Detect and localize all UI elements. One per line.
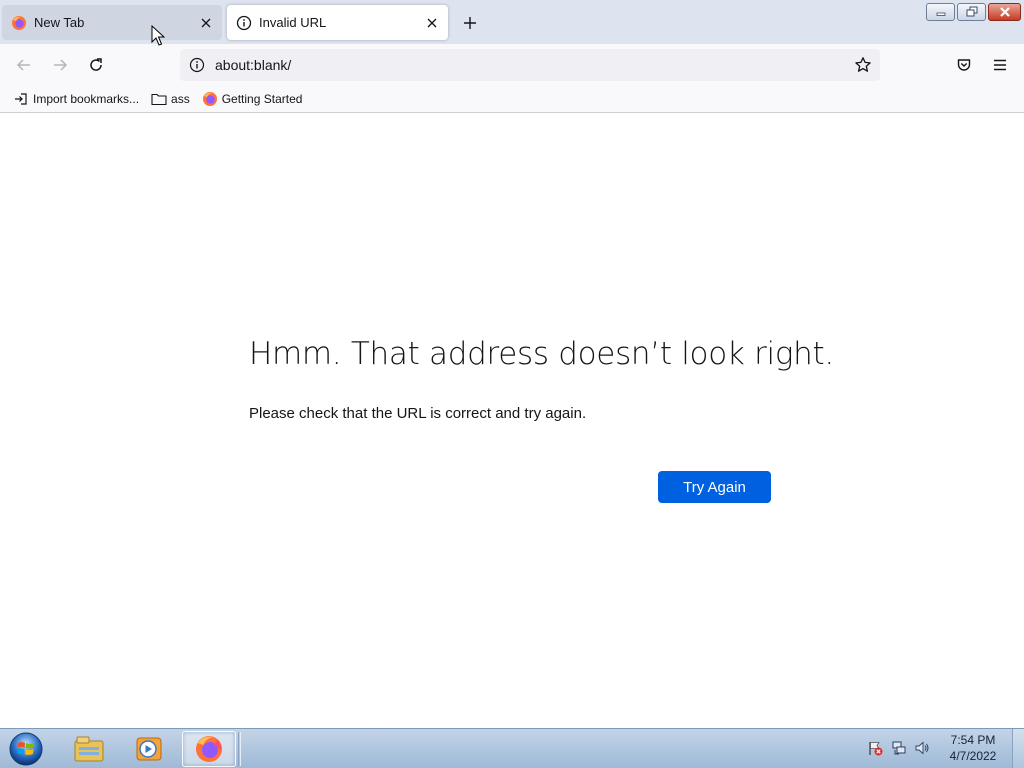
action-center-flag-icon[interactable] (866, 739, 884, 757)
tab-strip: New Tab Invalid URL (0, 0, 1024, 44)
clock-date: 4/7/2022 (949, 749, 997, 763)
pocket-icon (957, 59, 971, 71)
bookmark-getting-started[interactable]: Getting Started (199, 88, 306, 110)
address-bar[interactable] (180, 49, 880, 81)
forward-button[interactable] (46, 51, 74, 79)
info-icon (236, 15, 252, 31)
media-player-icon (136, 737, 162, 761)
navigation-toolbar (0, 44, 1024, 85)
taskbar-separator (238, 732, 241, 766)
firefox-icon (11, 15, 27, 31)
folder-icon (151, 91, 167, 107)
bookmark-label: ass (171, 91, 190, 106)
reload-icon (90, 58, 102, 71)
tab-label: New Tab (34, 15, 85, 30)
minimize-button[interactable] (926, 3, 955, 21)
windows-start-icon (9, 732, 43, 766)
taskbar-firefox[interactable] (182, 731, 236, 767)
site-info-icon[interactable] (188, 56, 206, 74)
network-icon[interactable] (890, 739, 908, 757)
firefox-icon (202, 91, 218, 107)
app-menu-button[interactable] (986, 51, 1014, 79)
import-icon (13, 91, 29, 107)
taskbar-explorer[interactable] (62, 731, 116, 767)
url-input[interactable] (215, 53, 851, 77)
new-tab-button[interactable] (457, 10, 483, 36)
page-content: Hmm. That address doesn’t look right. Pl… (0, 114, 1024, 728)
bookmark-star-icon[interactable] (851, 53, 875, 77)
firefox-icon (196, 736, 222, 762)
back-button[interactable] (10, 51, 38, 79)
forward-arrow-icon (54, 59, 68, 71)
tab-close-icon[interactable] (194, 11, 218, 35)
tab-label: Invalid URL (259, 15, 327, 30)
restore-button[interactable] (957, 3, 986, 21)
taskbar-media-player[interactable] (122, 731, 176, 767)
system-clock[interactable]: 7:54 PM 4/7/2022 (940, 732, 1006, 764)
bookmark-label: Import bookmarks... (33, 91, 140, 106)
minimize-icon (936, 12, 945, 16)
error-title: Hmm. That address doesn’t look right. (249, 336, 834, 372)
back-arrow-icon (16, 59, 30, 71)
close-icon (999, 7, 1010, 17)
volume-icon[interactable] (913, 739, 931, 757)
close-window-button[interactable] (988, 3, 1021, 21)
bookmarks-toolbar: Import bookmarks... ass Getting Started (0, 85, 1024, 113)
restore-icon (966, 6, 977, 17)
tab-invalid-url[interactable]: Invalid URL (227, 5, 448, 40)
tab-close-icon[interactable] (420, 11, 444, 35)
plus-icon (464, 17, 476, 29)
bookmark-label: Getting Started (221, 91, 303, 106)
windows-explorer-icon (74, 736, 104, 762)
show-desktop-button[interactable] (1012, 729, 1024, 768)
error-description: Please check that the URL is correct and… (249, 405, 587, 422)
start-button[interactable] (6, 730, 46, 768)
tab-new-tab[interactable]: New Tab (2, 5, 222, 40)
try-again-button[interactable]: Try Again (658, 471, 771, 503)
windows-taskbar: 7:54 PM 4/7/2022 (0, 728, 1024, 768)
pocket-button[interactable] (950, 51, 978, 79)
reload-button[interactable] (82, 51, 110, 79)
bookmark-folder-ass[interactable]: ass (148, 88, 193, 110)
clock-time: 7:54 PM (950, 733, 996, 747)
hamburger-menu-icon (994, 59, 1006, 71)
bookmark-import[interactable]: Import bookmarks... (10, 88, 142, 110)
